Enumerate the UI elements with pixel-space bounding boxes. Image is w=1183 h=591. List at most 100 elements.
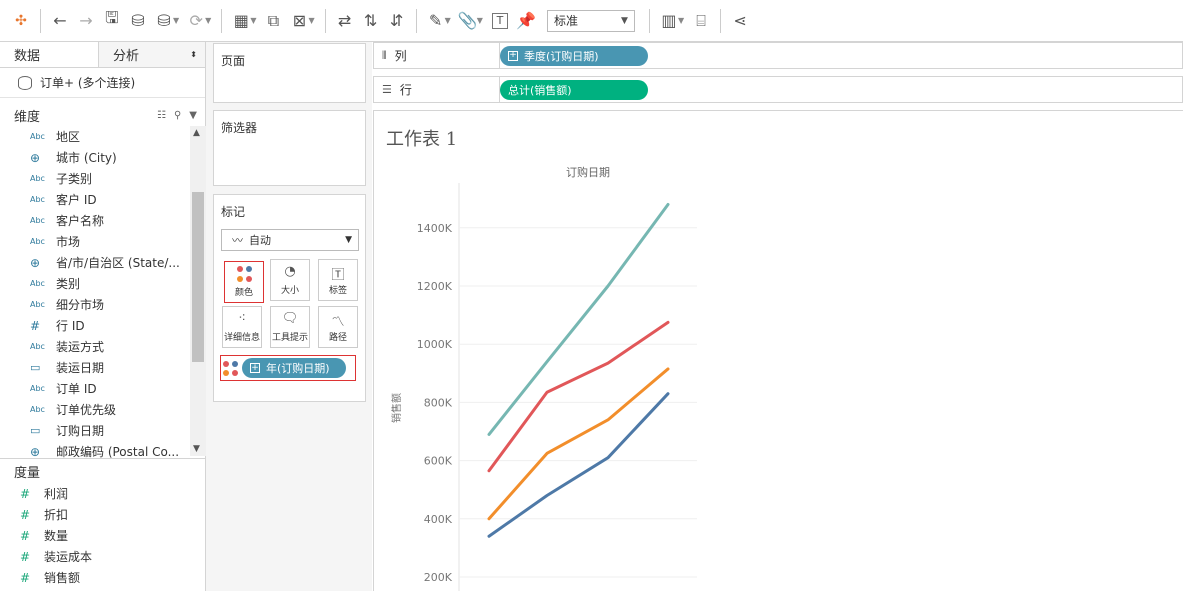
tableau-logo-icon[interactable]: ✣ [8,8,34,34]
measure-field-label: 销售额 [44,571,81,585]
path-icon: 〽 [331,315,345,330]
pages-card[interactable]: 页面 [213,43,366,103]
path-label: 路径 [328,333,347,343]
measure-field-label: 数量 [44,529,69,543]
dimension-field[interactable]: ▭ 装运日期 [0,357,190,378]
measure-field[interactable]: # 利润 [0,483,206,504]
worksheet-canvas[interactable]: 工作表 1 订购日期 200K 400K 600K 800K 1000K 1200K 1400… [373,110,1183,591]
dimension-field[interactable]: Abc 订单 ID [0,378,190,399]
detail-dots-icon: ⁖ [238,311,246,326]
sort-descending-icon[interactable]: ⇵ [384,8,410,34]
chevron-down-icon[interactable]: ▼ [205,16,211,25]
line-mark-icon: 〰 [232,234,243,247]
show-mark-labels-icon[interactable]: T [491,12,508,29]
fit-select[interactable]: 标准 ▼ [546,9,635,32]
presentation-mode-icon[interactable]: ⌸ [688,8,714,34]
dimension-list: Abc 地区 ⊕ 城市 (City) Abc 子类别 Abc 客户 ID Abc 客户名称 Abc 市… [0,126,190,462]
chevron-down-icon[interactable]: ▼ [308,16,314,25]
new-datasource-icon[interactable]: ⛁ [125,8,151,34]
dimension-field[interactable]: ▭ 订购日期 [0,420,190,441]
chart-title: 订购日期 [566,165,610,179]
scroll-down-icon[interactable]: ▼ [193,444,200,454]
rows-pill[interactable]: 总计(销售额) [500,79,648,100]
rows-shelf-label: ☰ 行 [374,77,500,102]
dimension-field-label: 行 ID [56,319,85,333]
fit-select-value: 标准 [553,14,578,28]
dimensions-scrollbar[interactable]: ▲ ▼ [190,126,206,456]
chevron-down-icon[interactable]: ▼ [189,110,197,121]
tooltip-label: 工具提示 [271,333,308,343]
path-button[interactable]: 〽 路径 [318,306,358,348]
chevron-down-icon[interactable]: ▼ [250,16,256,25]
detail-label: 详细信息 [223,333,260,343]
color-button[interactable]: 颜色 [224,261,264,303]
swap-rows-columns-icon[interactable]: ⇄ [332,8,358,34]
dimension-field[interactable]: ⊕ 省/市/自治区 (State/... [0,252,190,273]
scroll-up-icon[interactable]: ▲ [193,128,200,138]
measure-field[interactable]: # 装运成本 [0,546,206,567]
duplicate-sheet-icon[interactable]: ⧉ [260,8,286,34]
detail-button[interactable]: ⁖ 详细信息 [222,306,262,348]
chevron-down-icon[interactable]: ▼ [477,16,483,25]
datasource-item[interactable]: 订单+ (多个连接) [0,68,205,98]
string-type-icon: Abc [30,132,45,141]
rows-shelf[interactable]: ☰ 行 总计(销售额) [373,76,1183,103]
series-line [487,203,670,436]
dimension-field[interactable]: ⊕ 城市 (City) [0,147,190,168]
globe-icon: ⊕ [30,255,41,270]
dimension-field[interactable]: Abc 市场 [0,231,190,252]
chevron-down-icon[interactable]: ▼ [678,16,684,25]
globe-icon: ⊕ [30,444,41,459]
columns-pill[interactable]: + 季度(订购日期) [500,45,648,66]
dimension-field[interactable]: Abc 装运方式 [0,336,190,357]
expand-plus-icon[interactable]: + [508,50,518,61]
datasource-icon [18,75,32,90]
redo-icon[interactable]: → [73,8,99,34]
size-button[interactable]: ◔ 大小 [270,259,310,301]
columns-shelf[interactable]: ⫴ 列 + 季度(订购日期) [373,42,1183,69]
dimension-field[interactable]: Abc 地区 [0,126,190,147]
save-icon[interactable]: 🖫 [99,8,125,34]
dimension-field[interactable]: # 行 ID [0,315,190,336]
share-icon[interactable]: ⋖ [727,8,753,34]
undo-icon[interactable]: ← [47,8,73,34]
pages-label: 页面 [221,54,246,68]
filters-card[interactable]: 筛选器 [213,110,366,186]
dimension-field[interactable]: Abc 细分市场 [0,294,190,315]
series-line [487,367,670,521]
text-label-icon: 🅃 [331,268,345,283]
search-icon[interactable]: ⚲ [174,110,181,121]
number-type-icon: # [20,528,31,543]
dimension-field[interactable]: Abc 类别 [0,273,190,294]
number-type-icon: # [20,549,31,564]
label-label: 标签 [328,286,347,296]
pane-tabs: 数据 分析 ⬍ [0,42,205,68]
mark-type-select[interactable]: 〰 自动 ▼ [221,229,359,251]
label-button[interactable]: 🅃 标签 [318,259,358,301]
color-field-pill[interactable]: + 年(订购日期) [242,358,346,378]
dimension-field[interactable]: Abc 客户名称 [0,210,190,231]
chevron-down-icon[interactable]: ▼ [173,16,179,25]
y-tick-label: 1000K [417,338,453,351]
tooltip-button[interactable]: 🗨 工具提示 [270,306,310,348]
dimension-field[interactable]: Abc 子类别 [0,168,190,189]
dimension-field-label: 客户名称 [56,214,105,228]
tab-analysis[interactable]: 分析 ⬍ [99,42,205,67]
string-type-icon: Abc [30,195,45,204]
measure-field[interactable]: # 销售额 [0,567,206,588]
measure-field[interactable]: # 折扣 [0,504,206,525]
dimension-field[interactable]: Abc 订单优先级 [0,399,190,420]
scrollbar-thumb[interactable] [192,192,204,362]
color-label: 颜色 [234,288,253,298]
sort-ascending-icon[interactable]: ⇅ [358,8,384,34]
measure-field[interactable]: # 数量 [0,525,206,546]
tab-data[interactable]: 数据 [0,42,99,67]
sort-arrows-icon: ⬍ [190,50,197,59]
columns-shelf-label: ⫴ 列 [374,43,500,68]
fix-axes-icon[interactable]: 📌 [513,8,539,34]
string-type-icon: Abc [30,174,45,183]
view-list-icon[interactable]: ☷ [157,110,166,121]
dimension-field[interactable]: Abc 客户 ID [0,189,190,210]
chevron-down-icon[interactable]: ▼ [445,16,451,25]
expand-plus-icon[interactable]: + [250,363,260,373]
